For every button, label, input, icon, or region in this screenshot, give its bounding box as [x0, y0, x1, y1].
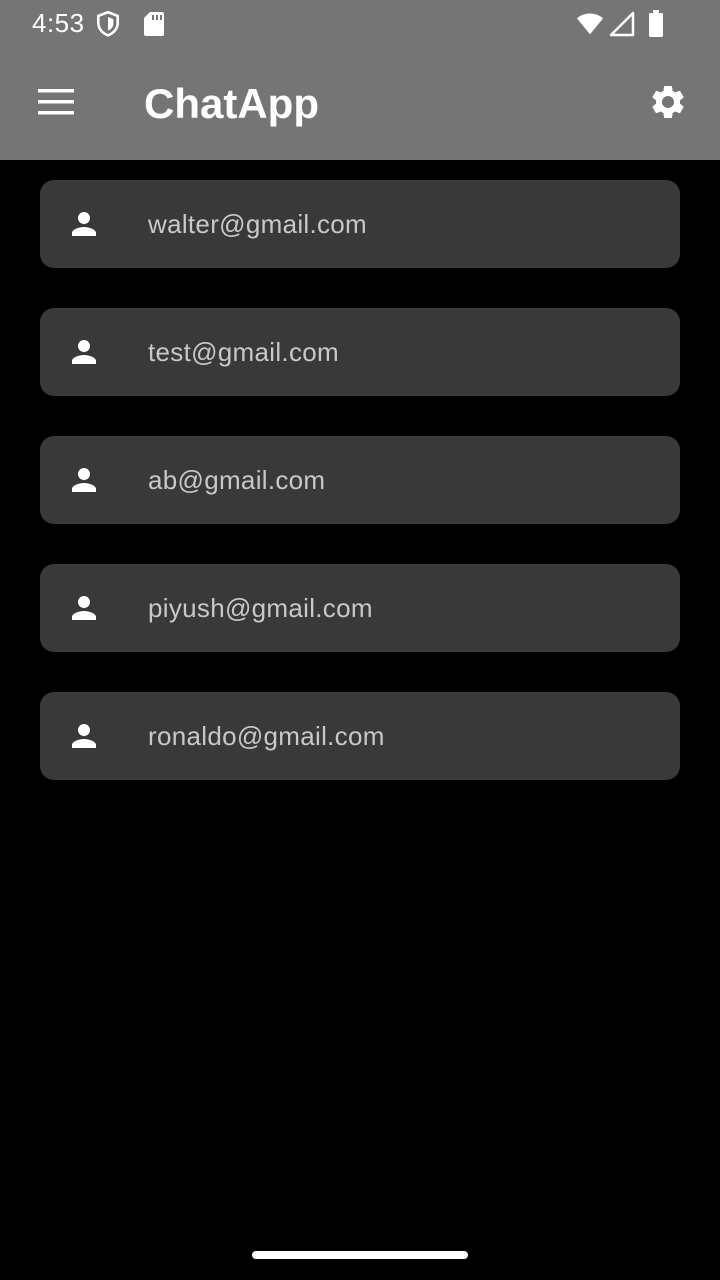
sd-card-icon	[140, 10, 168, 38]
person-icon	[40, 334, 128, 370]
contact-email: ab@gmail.com	[148, 464, 326, 495]
wifi-icon	[576, 10, 604, 38]
person-icon	[40, 590, 128, 626]
contact-item[interactable]: ronaldo@gmail.com	[40, 692, 680, 780]
app-bar: ChatApp	[0, 48, 720, 160]
menu-icon	[38, 88, 74, 120]
contact-item[interactable]: test@gmail.com	[40, 308, 680, 396]
gear-icon	[648, 82, 688, 127]
contact-item[interactable]: piyush@gmail.com	[40, 564, 680, 652]
person-icon	[40, 462, 128, 498]
menu-button[interactable]	[28, 76, 84, 132]
status-bar: 4:53	[0, 0, 720, 48]
contact-email: ronaldo@gmail.com	[148, 720, 385, 751]
person-icon	[40, 718, 128, 754]
gesture-nav-handle[interactable]	[252, 1251, 468, 1259]
chat-app-screen: 4:53 ChatApp walter@gmail.com test@gmail…	[0, 0, 720, 1280]
app-title: ChatApp	[144, 80, 319, 127]
signal-icon	[608, 10, 636, 38]
person-icon	[40, 206, 128, 242]
contact-item[interactable]: walter@gmail.com	[40, 180, 680, 268]
settings-button[interactable]	[640, 76, 696, 132]
shield-icon	[94, 10, 122, 38]
contact-email: walter@gmail.com	[148, 208, 368, 239]
contact-email: test@gmail.com	[148, 336, 339, 367]
status-time: 4:53	[32, 8, 85, 38]
battery-icon	[642, 10, 670, 38]
contact-list: walter@gmail.com test@gmail.com ab@gmail…	[40, 180, 680, 820]
contact-email: piyush@gmail.com	[148, 592, 373, 623]
contact-item[interactable]: ab@gmail.com	[40, 436, 680, 524]
